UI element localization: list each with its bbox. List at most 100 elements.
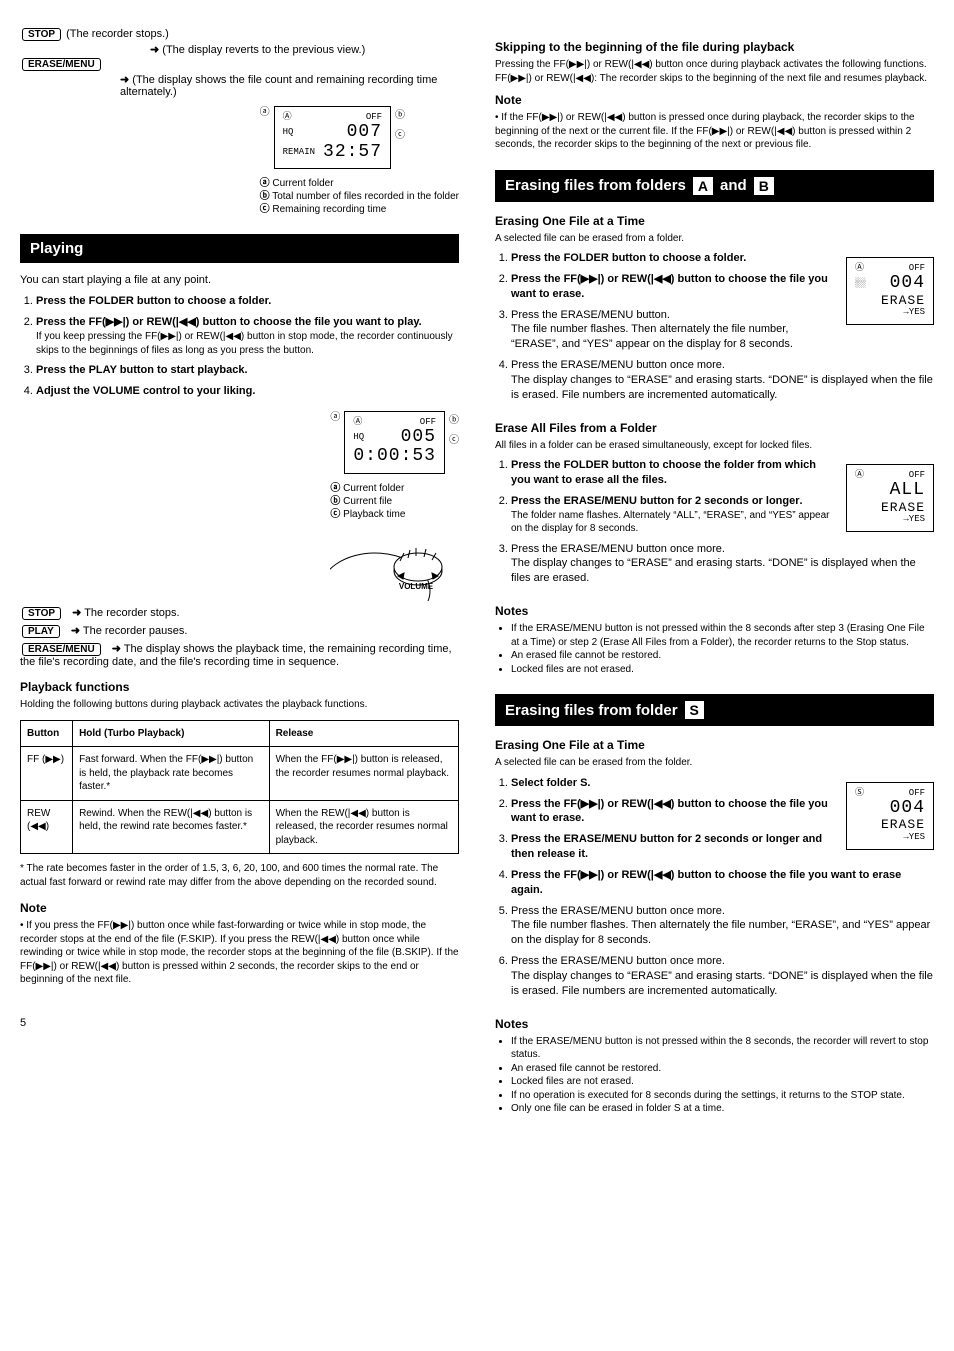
lcd-folder: Ⓐ <box>855 471 864 481</box>
playing-step-1: Press the FOLDER button to choose a fold… <box>36 294 459 309</box>
play-stop-sequence: STOP ➜ The recorder stops. PLAY ➜ The re… <box>20 606 459 668</box>
arrow-icon: ➜ <box>72 607 81 619</box>
arrow-icon: ➜ <box>120 74 129 86</box>
skip-body: Pressing the FF(▶▶|) or REW(|◀◀) button … <box>495 58 934 85</box>
lcd-mode: HQ <box>353 433 364 443</box>
play-legend-c-tag: ⓒ <box>330 509 340 520</box>
callout-c: ⓒ <box>449 431 459 451</box>
lcd-file: 005 <box>401 428 436 448</box>
col-release: Release <box>269 720 458 747</box>
playing-step-2: Press the FF(▶▶|) or REW(|◀◀) button to … <box>36 315 459 357</box>
play-legend-b: Current file <box>343 496 392 507</box>
cell-rew-hold: Rewind. When the REW(|◀◀) button is held… <box>73 800 270 854</box>
legend-a: Current folder <box>272 178 333 189</box>
playback-function-table: Button Hold (Turbo Playback) Release FF … <box>20 720 459 855</box>
stop-result: The recorder stops. <box>84 607 179 619</box>
folder-b-icon: B <box>753 176 775 196</box>
playing-step-2-head: Press the FF(▶▶|) or REW(|◀◀) button to … <box>36 315 459 330</box>
lcd-all: ALL <box>890 481 925 501</box>
erase-note-2: An erased file cannot be restored. <box>511 649 934 663</box>
play-result: The recorder pauses. <box>83 625 188 637</box>
playback-functions-intro: Holding the following buttons during pla… <box>20 698 459 712</box>
folder-s-icon: S <box>684 700 705 720</box>
lcd-erase-all: ⒶOFF ALL ERASE →YES <box>846 464 934 532</box>
folder-a-icon: A <box>692 176 714 196</box>
play-button-label: PLAY <box>22 625 60 638</box>
erase-one-step-2: Press the FF(▶▶|) or REW(|◀◀) button to … <box>511 273 828 300</box>
table-row: REW (◀◀) Rewind. When the REW(|◀◀) butto… <box>21 800 459 854</box>
erase-note-3: Locked files are not erased. <box>511 663 934 677</box>
legend-c-tag: ⓒ <box>260 204 270 215</box>
play-legend-a: Current folder <box>343 483 404 494</box>
erase-one-intro: A selected file can be erased from a fol… <box>495 232 934 246</box>
section-erase-ab-pre: Erasing files from folders <box>505 177 686 194</box>
s-note-4: If no operation is executed for 8 second… <box>511 1089 934 1103</box>
playing-step-3-head: Press the PLAY button to start playback. <box>36 363 459 378</box>
page-number: 5 <box>20 1017 459 1029</box>
stop-revert-text: (The display reverts to the previous vie… <box>162 44 365 56</box>
section-playing: Playing <box>20 234 459 263</box>
erase-all-heading: Erase All Files from a Folder <box>495 421 934 435</box>
lcd-erase-s: ⓈOFF 004 ERASE →YES <box>846 782 934 850</box>
lcd-remain-label: REMAIN <box>283 148 315 158</box>
erase-s-step-1: Select folder S. <box>511 777 590 789</box>
arrow-icon: ➜ <box>71 625 80 637</box>
legend-b-tag: ⓑ <box>260 191 270 202</box>
playback-functions-heading: Playback functions <box>20 680 459 694</box>
lcd-mode: HQ <box>283 128 294 138</box>
lcd-dots: ░░ <box>855 279 866 289</box>
lcd-file-num: 004 <box>890 274 925 294</box>
lcd-stop-figure: ⓐ ⒶOFF HQ007 REMAIN32:57 ⓑ ⓒ ⓐ <box>20 100 459 216</box>
section-playing-title: Playing <box>30 240 83 257</box>
playing-intro: You can start playing a file at any poin… <box>20 273 459 288</box>
stop-button-label: STOP <box>22 28 61 41</box>
erase-notes-list: If the ERASE/MENU button is not pressed … <box>495 622 934 676</box>
erase-s-step-4: Press the FF(▶▶|) or REW(|◀◀) button to … <box>511 869 901 896</box>
erase-s-one-intro: A selected file can be erased from the f… <box>495 756 934 770</box>
lcd-play-time: 0:00:53 <box>353 447 436 467</box>
arrow-icon: ➜ <box>112 643 121 655</box>
playing-step-2-sub: If you keep pressing the FF(▶▶|) or REW(… <box>36 330 459 357</box>
table-row: FF (▶▶) Fast forward. When the FF(▶▶|) b… <box>21 747 459 801</box>
s-note-2: An erased file cannot be restored. <box>511 1062 934 1076</box>
lcd-file-num: 004 <box>890 799 925 819</box>
erase-menu-button-label: ERASE/MENU <box>22 643 101 656</box>
col-button: Button <box>21 720 73 747</box>
erase-all-step-1: Press the FOLDER button to choose the fo… <box>511 459 816 486</box>
erase-s-step-2: Press the FF(▶▶|) or REW(|◀◀) button to … <box>511 798 828 825</box>
lcd-play-figure: ⓐ ⒶOFF HQ005 0:00:53 ⓑ ⓒ ⓐ Curr <box>20 405 459 606</box>
lcd-display: ⒶOFF HQ007 REMAIN32:57 <box>274 106 391 169</box>
s-note-3: Locked files are not erased. <box>511 1075 934 1089</box>
erase-all-step-2-head: Press the ERASE/MENU button for 2 second… <box>511 495 803 507</box>
erase-one-step-3: Press the ERASE/MENU button. The file nu… <box>511 309 793 351</box>
playing-step-4: Adjust the VOLUME control to your liking… <box>36 384 459 399</box>
lcd-erase-text: ERASE <box>881 294 925 308</box>
playing-step-1-head: Press the FOLDER button to choose a fold… <box>36 294 459 309</box>
legend-c: Remaining recording time <box>272 204 386 215</box>
note-heading: Note <box>20 901 459 915</box>
play-legend-b-tag: ⓑ <box>330 496 340 507</box>
cell-ff-hold: Fast forward. When the FF(▶▶|) button is… <box>73 747 270 801</box>
lcd-folder: Ⓐ <box>283 113 292 123</box>
callout-c: ⓒ <box>395 126 405 146</box>
erase-one-heading: Erasing One File at a Time <box>495 214 934 228</box>
skip-heading: Skipping to the beginning of the file du… <box>495 40 934 54</box>
erase-menu-result: (The display shows the file count and re… <box>120 74 437 98</box>
erase-s-one-heading: Erasing One File at a Time <box>495 738 934 752</box>
callout-b: ⓑ <box>395 106 405 126</box>
cell-rew-release: When the REW(|◀◀) button is released, th… <box>269 800 458 854</box>
volume-dial-illustration: VOLUME <box>330 521 450 601</box>
legend-a-tag: ⓐ <box>260 178 270 189</box>
skip-note: • If the FF(▶▶|) or REW(|◀◀) button is p… <box>495 111 934 152</box>
lcd-erase-one: ⒶOFF ░░004 ERASE →YES <box>846 257 934 325</box>
erase-all-intro: All files in a folder can be erased simu… <box>495 439 934 453</box>
erase-menu-button-label: ERASE/MENU <box>22 58 101 71</box>
s-note-1: If the ERASE/MENU button is not pressed … <box>511 1035 934 1062</box>
lcd-yes: →YES <box>903 833 925 843</box>
erase-s-notes-heading: Notes <box>495 1017 934 1031</box>
playing-step-3: Press the PLAY button to start playback. <box>36 363 459 378</box>
play-legend-c: Playback time <box>343 509 405 520</box>
cell-ff-button: FF (▶▶) <box>21 747 73 801</box>
stop-sequence: STOP (The recorder stops.) ➜ (The displa… <box>20 28 459 98</box>
left-column: STOP (The recorder stops.) ➜ (The displa… <box>20 28 459 1116</box>
